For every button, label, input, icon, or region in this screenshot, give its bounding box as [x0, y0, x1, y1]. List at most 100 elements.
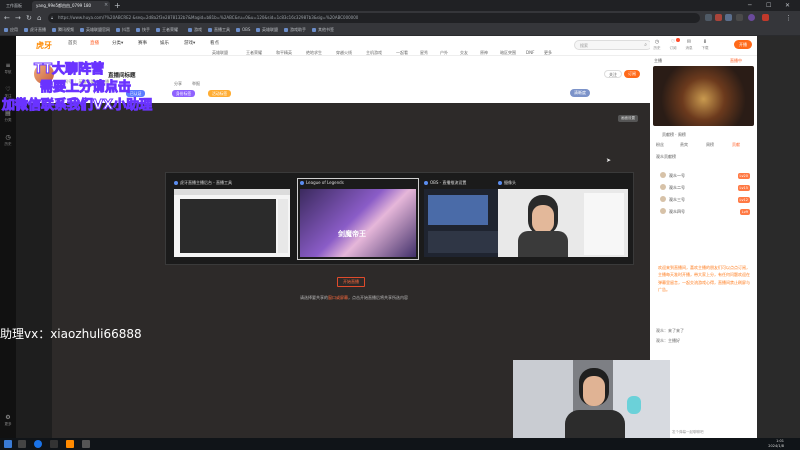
menu-icon[interactable]: ≡: [3, 62, 13, 69]
start-icon[interactable]: [4, 440, 12, 448]
message-button[interactable]: ✉ 消息: [682, 39, 696, 51]
site-logo[interactable]: 虎牙: [36, 40, 52, 51]
icon-label: 历史: [653, 46, 661, 50]
bookmark-item[interactable]: 王者荣耀: [156, 27, 178, 33]
hint-highlight: 窗口或屏幕: [328, 295, 348, 300]
tab-contribution[interactable]: 贡献: [732, 142, 740, 148]
profile-avatar[interactable]: [748, 14, 755, 21]
share-link[interactable]: 分享: [174, 81, 182, 87]
nav-home[interactable]: 首页: [68, 40, 77, 46]
rank-row[interactable]: 观众四号 Lv9: [660, 208, 752, 216]
avatar: [660, 208, 666, 214]
bookmark-item[interactable]: 应用: [4, 27, 18, 33]
browser-tab-2[interactable]: yang_99e5都由由_0799 180: [32, 1, 110, 11]
follow-button[interactable]: 关注: [604, 70, 622, 78]
subscribe-button[interactable]: 订阅: [624, 70, 640, 78]
bookmark-item[interactable]: 直播工具: [208, 27, 230, 33]
bookmark-item[interactable]: 游戏助手: [284, 27, 306, 33]
extension-icon[interactable]: [715, 14, 722, 21]
level-badge: Lv20: [737, 173, 750, 179]
nav-game[interactable]: 游戏▾: [184, 40, 195, 46]
rank-name: 观众三号: [669, 197, 685, 202]
rank-name: 观众四号: [669, 209, 685, 214]
bookmark-item[interactable]: 虎牙直播: [24, 27, 46, 33]
bookmark-item[interactable]: 英雄联盟官网: [80, 27, 110, 33]
home-icon[interactable]: ⌂: [37, 13, 41, 23]
forward-icon[interactable]: →: [15, 13, 21, 23]
screen: 工作面板 yang_99e5都由由_0799 180 × + ─ ☐ ✕ ← →…: [0, 0, 800, 450]
browser-icon[interactable]: [34, 440, 42, 448]
bookmark-item[interactable]: OBS: [236, 27, 250, 33]
search-icon[interactable]: ⌕: [644, 42, 647, 48]
new-tab-button[interactable]: +: [114, 1, 121, 10]
tab-vip[interactable]: 贵宾: [680, 142, 688, 148]
huya-icon[interactable]: [66, 440, 74, 448]
bookmark-item[interactable]: 游戏: [188, 27, 202, 33]
rank-row[interactable]: 观众一号 Lv20: [660, 172, 752, 180]
browser-tab-bar: 工作面板 yang_99e5都由由_0799 180 × + ─ ☐ ✕: [0, 0, 800, 11]
tab-fans[interactable]: 粉丝: [656, 142, 664, 148]
menu-icon[interactable]: ⋮: [785, 13, 792, 23]
badge-identity: 身份标签: [172, 90, 196, 97]
stream-overlay-text: 加微信联系我们VX小助理: [1, 98, 153, 114]
window-option-selected[interactable]: League of Legends 剑魔帝王: [297, 178, 419, 260]
extension-icon[interactable]: [736, 14, 743, 21]
bookmark-item[interactable]: 腾讯视频: [52, 27, 74, 33]
avatar: [660, 184, 666, 190]
heart-icon[interactable]: ♡: [3, 86, 13, 93]
back-icon[interactable]: ←: [4, 13, 10, 23]
game-banner[interactable]: [653, 66, 754, 126]
reload-icon[interactable]: ↻: [26, 13, 32, 23]
window-option[interactable]: 虎牙直播主播后台 - 直播工具: [172, 179, 292, 259]
app-icon[interactable]: [82, 440, 90, 448]
download-button[interactable]: ⬇ 下载: [698, 39, 712, 51]
nav-match[interactable]: 赛事: [138, 40, 147, 46]
extension-icon[interactable]: [762, 14, 769, 21]
browser-tab-1[interactable]: 工作面板: [2, 1, 30, 11]
window-option[interactable]: 摄像头: [496, 179, 630, 259]
stream-overlay-text: TT大聊阵营: [33, 62, 105, 78]
rank-row[interactable]: 观众三号 Lv12: [660, 196, 752, 204]
search-input[interactable]: 搜索: [580, 43, 588, 49]
minimize-icon[interactable]: ─: [748, 0, 752, 11]
nav-category[interactable]: 分类▾: [112, 40, 123, 46]
open-live-button[interactable]: 开播: [734, 40, 752, 49]
address-bar[interactable]: 🔒︎ https://www.huya.com/?%20ABCRE2 &seq=…: [48, 13, 700, 23]
rail-label: 导航: [4, 70, 12, 74]
app-icon[interactable]: [50, 440, 58, 448]
category-link[interactable]: DNF: [526, 50, 534, 55]
history-icon[interactable]: ◷: [3, 134, 13, 141]
room-announcement: 欢迎来到直播间，喜欢主播的朋友们可以点点订阅，主播每天准时开播，带大家上分，有任…: [658, 265, 750, 293]
site-search-box[interactable]: 搜索 ⌕: [574, 40, 652, 50]
browser-toolbar: ← → ↻ ⌂ 🔒︎ https://www.huya.com/?%20ABCR…: [0, 11, 800, 25]
history-button[interactable]: ◷历史: [650, 39, 664, 51]
close-window-icon[interactable]: ✕: [785, 0, 790, 11]
start-live-button[interactable]: 开始直播: [337, 277, 365, 287]
tab-week[interactable]: 周榜: [706, 142, 714, 148]
nav-entertainment[interactable]: 娱乐: [160, 40, 169, 46]
rank-row[interactable]: 观众二号 Lv15: [660, 184, 752, 192]
chat-input[interactable]: 发个弹幕一起聊聊吧: [672, 428, 748, 436]
rail-label: 分类: [4, 118, 12, 122]
chat-message: 观众：来了来了: [656, 328, 684, 333]
extension-icon[interactable]: [725, 14, 732, 21]
bookmark-item[interactable]: 快手: [136, 27, 150, 33]
extension-icon[interactable]: [705, 14, 712, 21]
bookmark-item[interactable]: 英雄联盟: [256, 27, 278, 33]
hint-text: 请选择要共享的: [300, 295, 328, 300]
bookmark-item[interactable]: 抖音: [116, 27, 130, 33]
nav-live[interactable]: 直播: [90, 40, 99, 46]
bookmarks-bar: 应用 虎牙直播 腾讯视频 英雄联盟官网 抖音 快手 王者荣耀 游戏 直播工具 O…: [0, 25, 800, 36]
bookmark-item[interactable]: 其他书签: [312, 27, 334, 33]
subscribe-button[interactable]: ♡ 订阅: [666, 38, 680, 51]
hint-text: ，点击开始直播后将共享所选内容: [348, 295, 408, 300]
search-icon[interactable]: [18, 440, 26, 448]
nav-watch[interactable]: 看点: [210, 40, 219, 46]
gear-icon[interactable]: ⚙: [3, 414, 13, 421]
close-icon[interactable]: ×: [104, 2, 108, 8]
player-settings-button[interactable]: 画面设置: [618, 115, 638, 122]
quality-button[interactable]: 清晰度: [570, 89, 590, 97]
maximize-icon[interactable]: ☐: [766, 0, 771, 11]
report-link[interactable]: 举报: [192, 81, 200, 87]
game-banner-text: 剑魔帝王: [338, 230, 366, 238]
